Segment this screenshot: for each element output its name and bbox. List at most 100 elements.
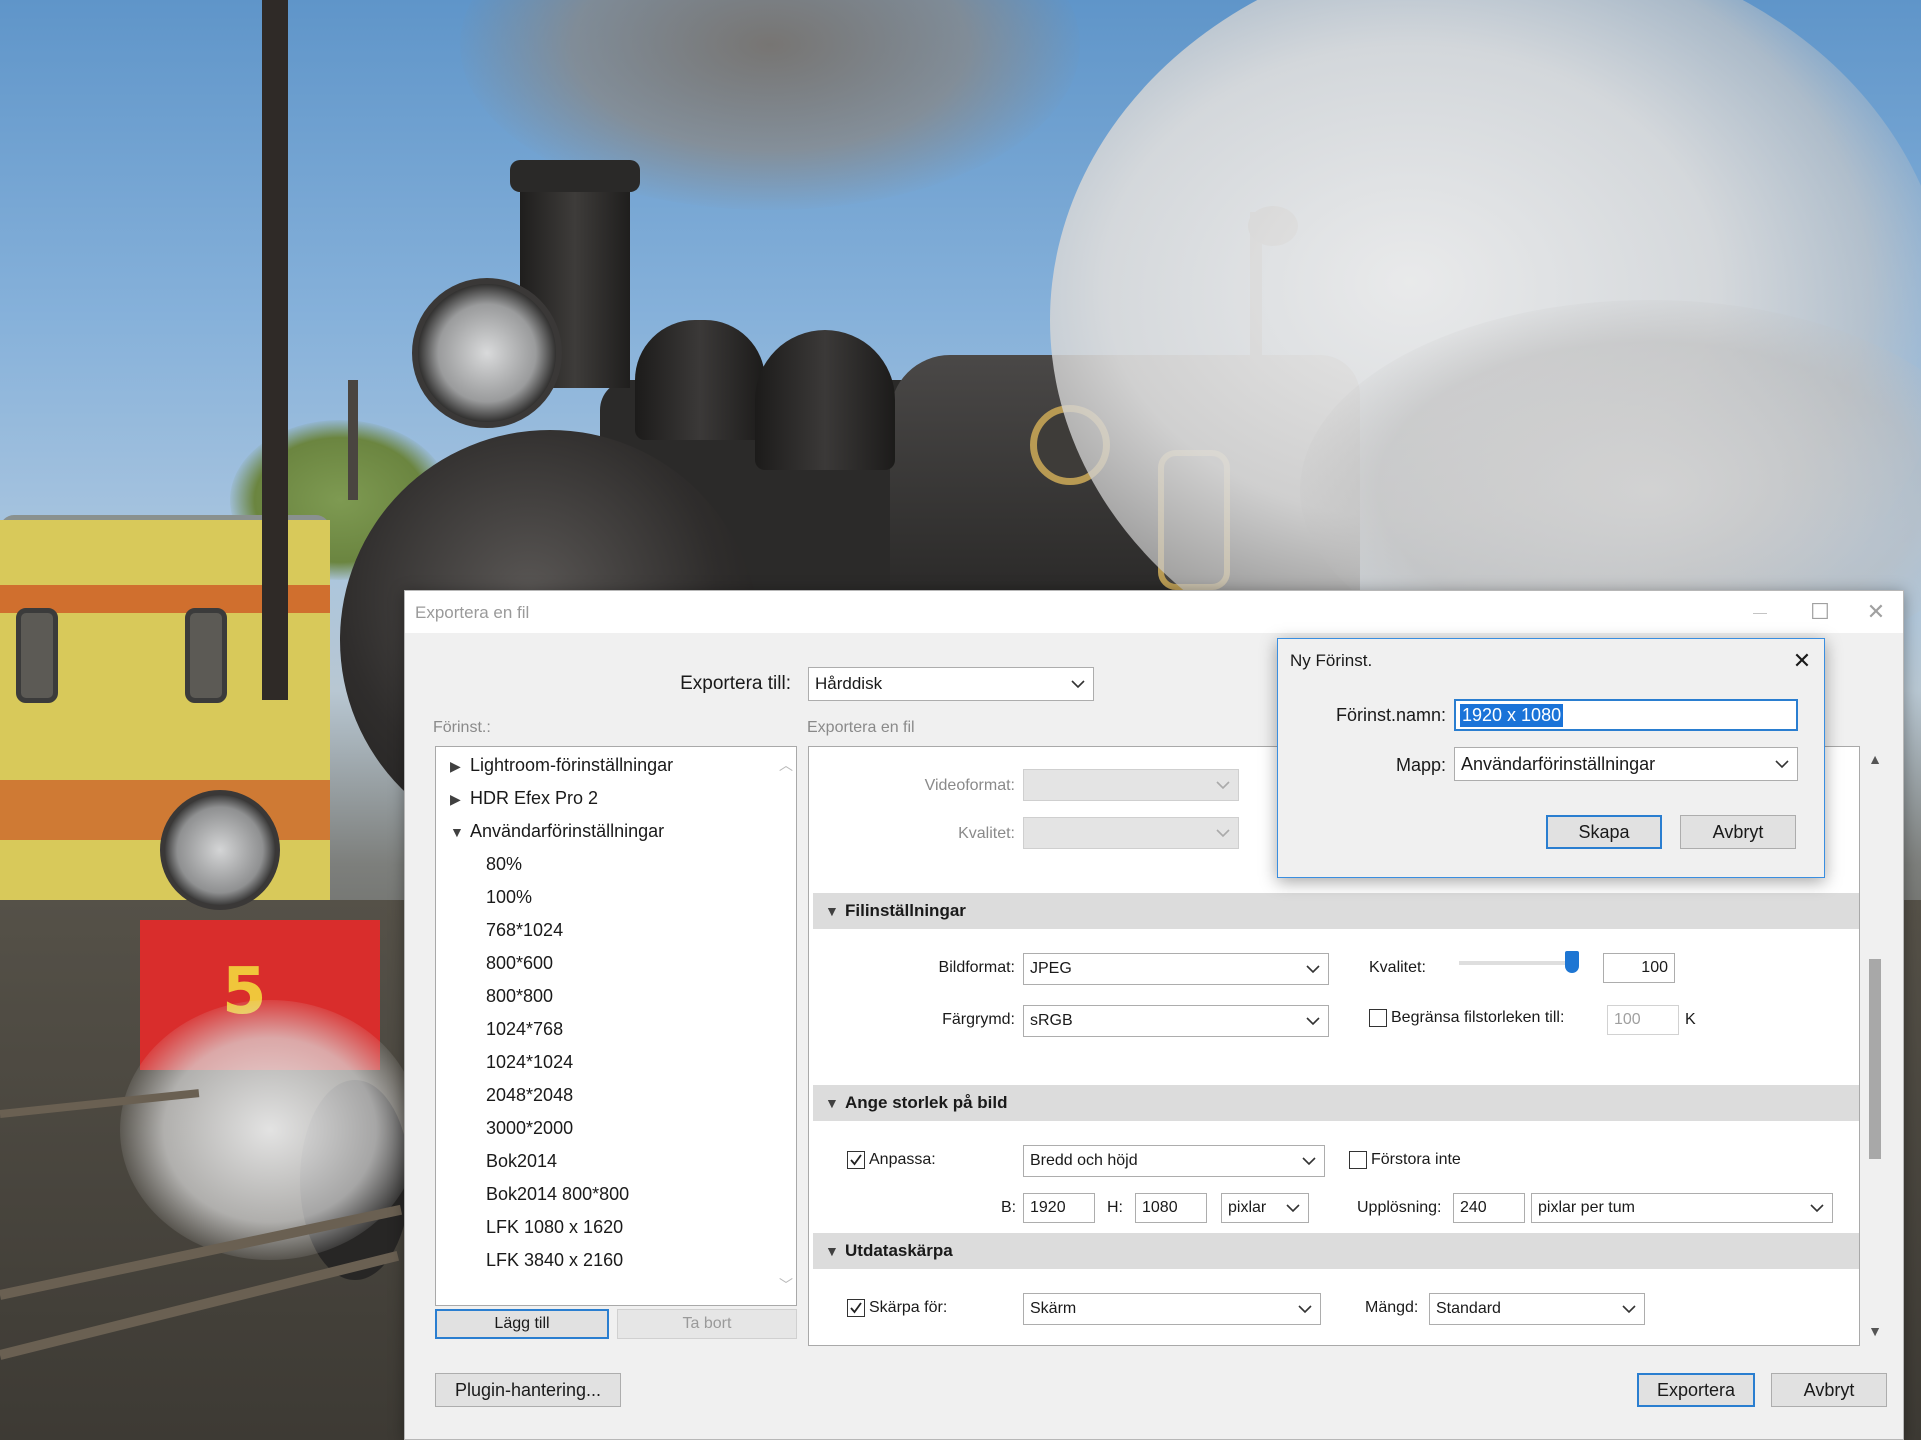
folder-label: Mapp: (1395, 755, 1446, 775)
preset-item[interactable]: 1024*1024 (486, 1052, 573, 1073)
limit-filesize-unit: K (1685, 1011, 1696, 1028)
quality-input[interactable]: 100 (1603, 953, 1675, 983)
section-image-sizing[interactable]: ▼ Ange storlek på bild (813, 1085, 1859, 1121)
amount-dropdown[interactable]: Standard (1429, 1293, 1645, 1325)
image-format-dropdown[interactable]: JPEG (1023, 953, 1329, 985)
preset-item[interactable]: 800*800 (486, 986, 553, 1007)
section-file-settings[interactable]: ▼ Filinställningar (813, 893, 1859, 929)
preset-item[interactable]: 3000*2000 (486, 1118, 573, 1139)
preset-folder-user[interactable]: ▼ Användarförinställningar (450, 821, 664, 842)
preset-item[interactable]: 768*1024 (486, 920, 563, 941)
photo-pole (348, 380, 358, 500)
chevron-down-icon (1300, 1152, 1318, 1170)
preset-item[interactable]: 2048*2048 (486, 1085, 573, 1106)
limit-filesize-checkbox[interactable]: Begränsa filstorleken till: (1369, 1009, 1564, 1027)
preset-item[interactable]: LFK 3840 x 2160 (486, 1250, 623, 1271)
preset-item[interactable]: 80% (486, 854, 522, 875)
preset-list-scrollbar[interactable]: ︿ ﹀ (778, 755, 794, 1295)
preset-item[interactable]: Bok2014 (486, 1151, 557, 1172)
checkbox-box[interactable] (847, 1299, 865, 1317)
collapse-arrow-icon: ▼ (825, 1243, 839, 1259)
sharpen-checkbox[interactable]: Skärpa för: (847, 1299, 947, 1317)
video-format-dropdown[interactable] (1023, 769, 1239, 801)
photo-sand-dome (755, 330, 895, 470)
preset-folder-hdr-efex[interactable]: ▶ HDR Efex Pro 2 (450, 788, 598, 809)
plugin-manager-button[interactable]: Plugin-hantering... (435, 1373, 621, 1407)
settings-scrollbar[interactable]: ▲ ▼ (1864, 751, 1886, 1345)
preset-name-input[interactable]: 1920 x 1080 (1454, 699, 1798, 731)
resolution-input[interactable]: 240 (1453, 1193, 1525, 1223)
dont-enlarge-checkbox[interactable]: Förstora inte (1349, 1151, 1461, 1169)
checkbox-box[interactable] (847, 1151, 865, 1169)
video-quality-dropdown[interactable] (1023, 817, 1239, 849)
preset-item[interactable]: 800*600 (486, 953, 553, 974)
scroll-down-icon[interactable]: ﹀ (779, 1275, 793, 1295)
video-format-label: Videoformat: (924, 777, 1015, 794)
export-to-dropdown[interactable]: Hårddisk (808, 667, 1094, 701)
colorspace-label: Färgrymd: (942, 1011, 1015, 1028)
quality-slider[interactable] (1459, 949, 1579, 977)
scroll-thumb[interactable] (1869, 959, 1881, 1159)
create-button[interactable]: Skapa (1546, 815, 1662, 849)
maximize-button[interactable]: ☐ (1791, 595, 1849, 629)
photo-coach-window (16, 608, 58, 703)
checkbox-box[interactable] (1349, 1151, 1367, 1169)
dialog-titlebar: Exportera en fil — ☐ ✕ (405, 591, 1903, 633)
section-output-sharpening[interactable]: ▼ Utdataskärpa (813, 1233, 1859, 1269)
remove-preset-button[interactable]: Ta bort (617, 1309, 797, 1339)
scroll-down-icon[interactable]: ▼ (1864, 1323, 1886, 1345)
modal-cancel-button[interactable]: Avbryt (1680, 815, 1796, 849)
chevron-down-icon (1214, 776, 1232, 794)
resize-checkbox[interactable]: Anpassa: (847, 1151, 936, 1169)
photo-headlamp (412, 278, 562, 428)
limit-filesize-input[interactable]: 100 (1607, 1005, 1679, 1035)
expand-arrow-icon: ▶ (450, 791, 461, 807)
preset-item[interactable]: 1024*768 (486, 1019, 563, 1040)
quality-label: Kvalitet: (1369, 959, 1426, 976)
collapse-arrow-icon: ▼ (825, 903, 839, 919)
minimize-button[interactable]: — (1731, 595, 1789, 629)
collapse-arrow-icon: ▼ (825, 1095, 839, 1111)
chevron-down-icon (1284, 1199, 1302, 1217)
slider-track (1459, 961, 1579, 965)
sharpen-for-dropdown[interactable]: Skärm (1023, 1293, 1321, 1325)
scroll-up-icon[interactable]: ︿ (779, 755, 793, 775)
presets-label: Förinst.: (433, 719, 491, 736)
height-label: H: (1107, 1199, 1123, 1216)
folder-dropdown[interactable]: Användarförinställningar (1454, 747, 1798, 781)
preset-folder-lightroom[interactable]: ▶ Lightroom-förinställningar (450, 755, 673, 776)
width-label: B: (1001, 1199, 1017, 1216)
photo-steam (120, 1000, 420, 1260)
amount-label: Mängd: (1365, 1299, 1419, 1316)
chevron-down-icon (1304, 1012, 1322, 1030)
scroll-up-icon[interactable]: ▲ (1864, 751, 1886, 773)
colorspace-dropdown[interactable]: sRGB (1023, 1005, 1329, 1037)
resolution-unit-dropdown[interactable]: pixlar per tum (1531, 1193, 1833, 1223)
resize-mode-dropdown[interactable]: Bredd och höjd (1023, 1145, 1325, 1177)
resolution-label: Upplösning: (1357, 1199, 1442, 1216)
preset-name-selected-text: 1920 x 1080 (1460, 703, 1564, 727)
slider-knob[interactable] (1565, 951, 1579, 973)
export-button[interactable]: Exportera (1637, 1373, 1755, 1407)
width-input[interactable]: 1920 (1023, 1193, 1095, 1223)
photo-steam-dome (635, 320, 765, 440)
checkbox-box[interactable] (1369, 1009, 1387, 1027)
new-preset-dialog: Ny Förinst. ✕ Förinst.namn: 1920 x 1080 … (1277, 638, 1825, 878)
export-to-label: Exportera till: (680, 673, 791, 694)
preset-list[interactable]: ▶ Lightroom-förinställningar ▶ HDR Efex Pr… (435, 746, 797, 1306)
add-preset-button[interactable]: Lägg till (435, 1309, 609, 1339)
settings-header-label: Exportera en fil (807, 719, 915, 736)
new-preset-title: Ny Förinst. (1290, 651, 1373, 670)
size-unit-dropdown[interactable]: pixlar (1221, 1193, 1309, 1223)
collapse-arrow-icon: ▼ (450, 824, 464, 840)
height-input[interactable]: 1080 (1135, 1193, 1207, 1223)
preset-item[interactable]: 100% (486, 887, 532, 908)
preset-item[interactable]: LFK 1080 x 1620 (486, 1217, 623, 1238)
photo-lower-lamp (160, 790, 280, 910)
close-button[interactable]: ✕ (1847, 595, 1905, 629)
chevron-down-icon (1808, 1199, 1826, 1217)
preset-item[interactable]: Bok2014 800*800 (486, 1184, 629, 1205)
photo-smokestack-top (510, 160, 640, 192)
close-icon[interactable]: ✕ (1790, 649, 1814, 673)
cancel-button[interactable]: Avbryt (1771, 1373, 1887, 1407)
